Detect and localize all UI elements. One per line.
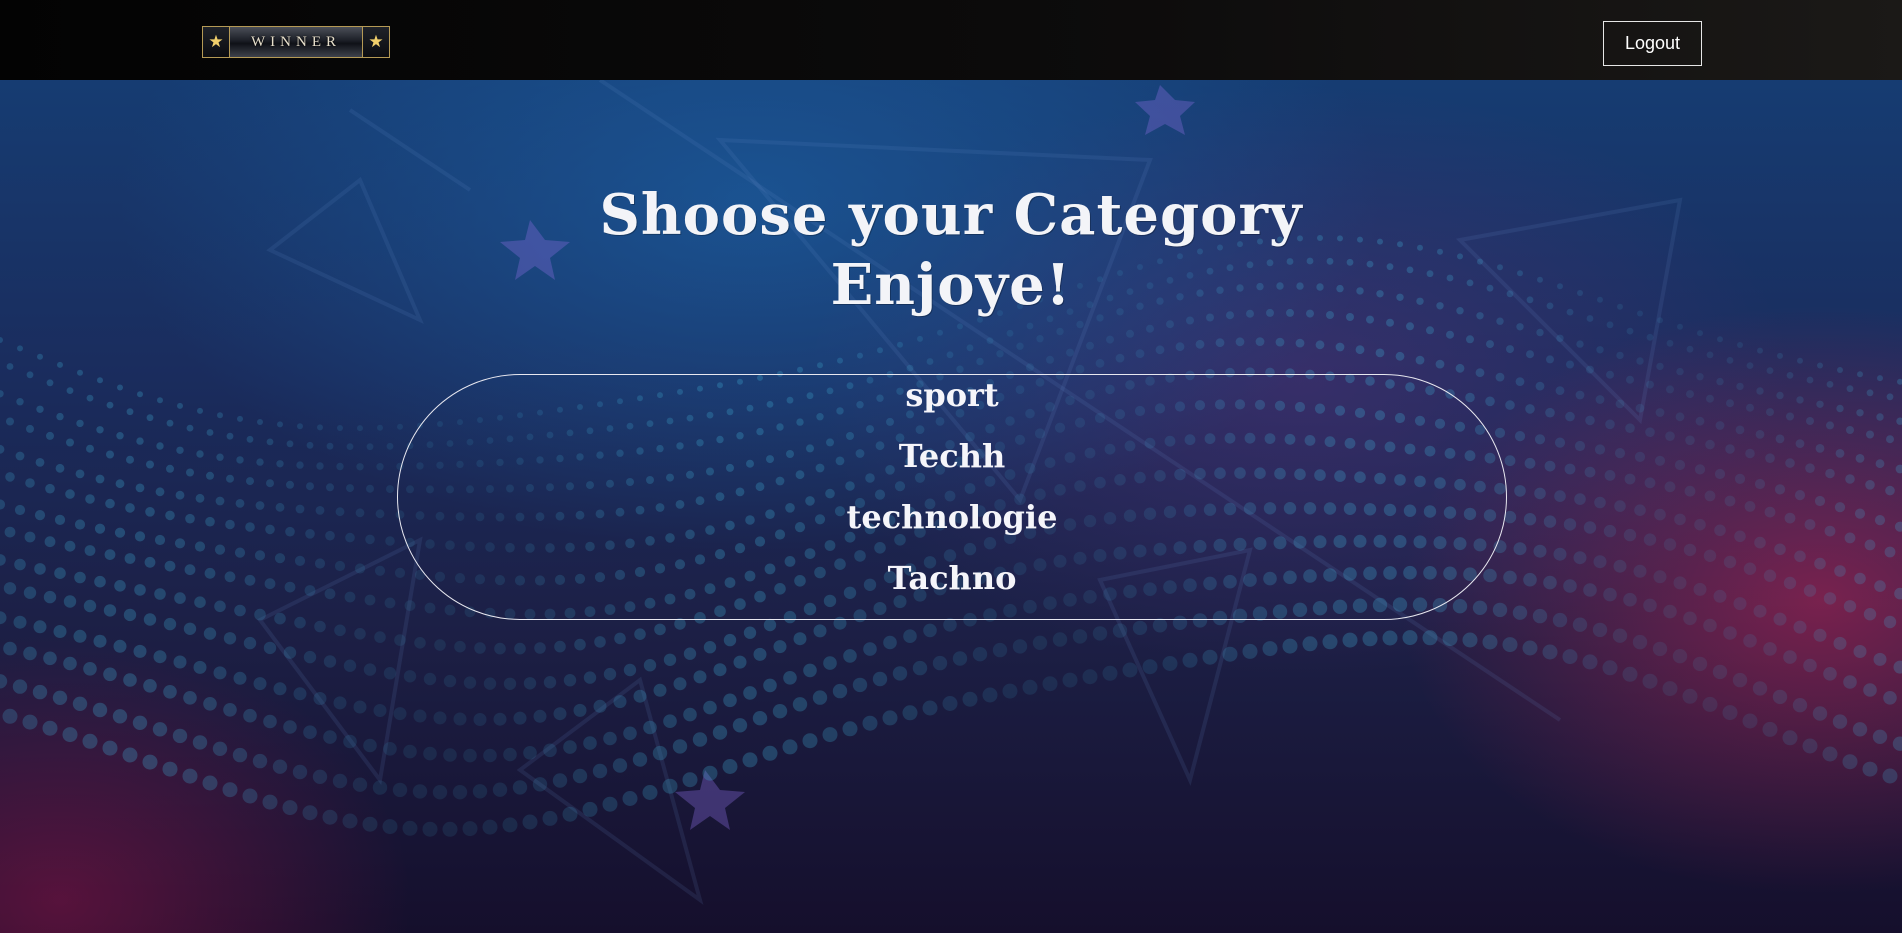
star-icon: ★ [203, 27, 230, 57]
top-navbar: ★ WINNER ★ Logout [0, 0, 1902, 80]
star-icon: ★ [362, 27, 389, 57]
winner-logo[interactable]: ★ WINNER ★ [202, 26, 390, 58]
category-technologie[interactable]: technologie [398, 497, 1506, 537]
category-sport[interactable]: sport [398, 375, 1506, 415]
heading-line-1: Shoose your Category [599, 182, 1303, 248]
page-heading: Shoose your Category Enjoye! [0, 180, 1902, 320]
category-tachno[interactable]: Tachno [398, 558, 1506, 598]
main-area: Shoose your Category Enjoye! sport Techh… [0, 80, 1902, 933]
heading-line-2: Enjoye! [830, 252, 1072, 318]
category-panel: sport Techh technologie Tachno [397, 374, 1507, 620]
logo-text: WINNER [251, 33, 341, 50]
logout-button[interactable]: Logout [1603, 21, 1702, 66]
category-techh[interactable]: Techh [398, 436, 1506, 476]
